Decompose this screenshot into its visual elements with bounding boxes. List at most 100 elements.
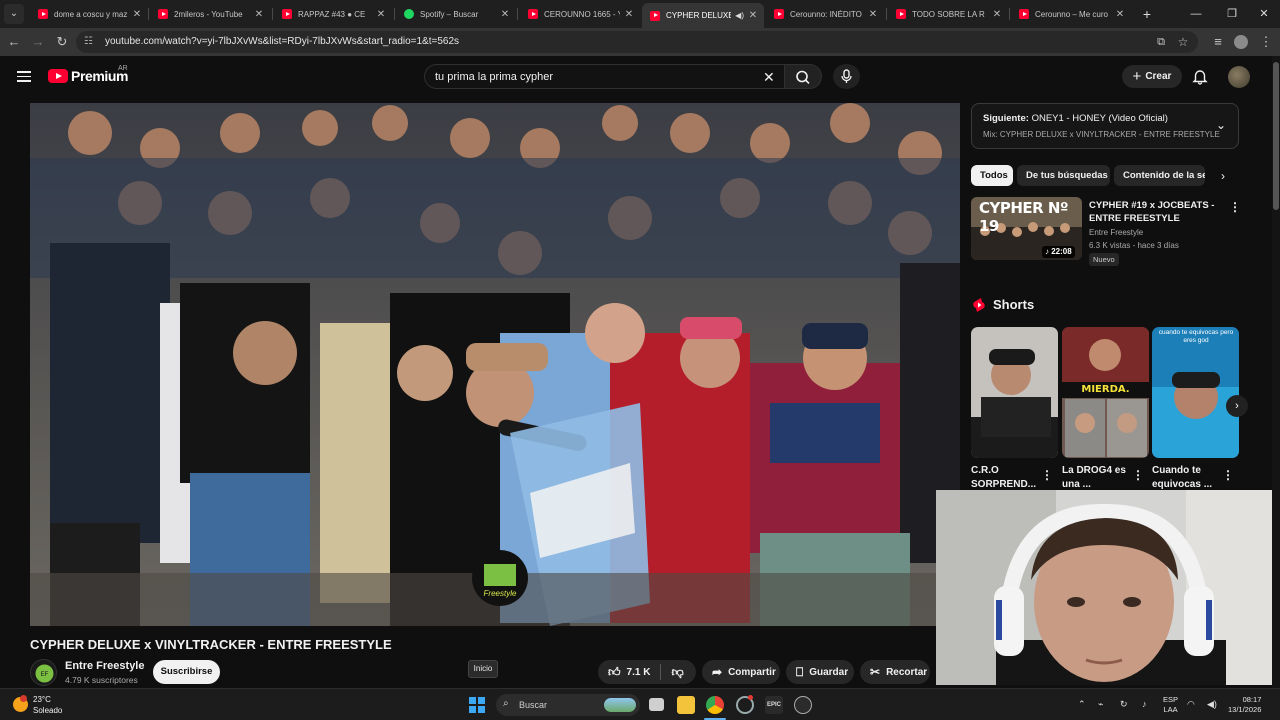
tab-2[interactable]: 2mileros - YouTube ✕ xyxy=(150,3,270,25)
close-tab-icon[interactable]: ✕ xyxy=(868,9,878,20)
close-window-button[interactable]: ✕ xyxy=(1254,4,1274,24)
dislike-thumb-icon[interactable]: 👎︎ xyxy=(671,665,683,680)
create-button[interactable]: + Crear xyxy=(1122,65,1182,88)
menu-icon[interactable] xyxy=(17,71,31,82)
chip-contenido-serie[interactable]: Contenido de la ser xyxy=(1114,165,1205,186)
browser-menu-icon[interactable]: ⋮ xyxy=(1256,32,1276,52)
short-thumbnail-3[interactable]: cuando te equivocas pero eres god xyxy=(1152,327,1239,458)
search-button[interactable] xyxy=(784,64,822,89)
voice-search-button[interactable] xyxy=(833,64,860,89)
reload-icon[interactable]: ↻ xyxy=(52,32,72,52)
media-controls-icon[interactable]: ≡ xyxy=(1208,32,1228,52)
tab-9[interactable]: Cerounno – Me curo ✕ xyxy=(1011,3,1131,25)
cast-icon[interactable]: ⧉ xyxy=(1154,35,1168,49)
more-options-icon[interactable]: ⋮ xyxy=(1041,467,1053,483)
notifications-bell-icon[interactable] xyxy=(1191,67,1209,85)
tab-8[interactable]: TODO SOBRE LA R ✕ xyxy=(888,3,1008,25)
new-tab-button[interactable]: + xyxy=(1137,4,1157,24)
bookmark-star-icon[interactable]: ☆ xyxy=(1176,35,1190,49)
more-options-icon[interactable]: ⋮ xyxy=(1222,467,1234,483)
video-title: CYPHER DELUXE x VINYLTRACKER - ENTRE FRE… xyxy=(30,637,392,652)
chip-todos[interactable]: Todos xyxy=(971,165,1013,186)
share-button[interactable]: ➦ Compartir xyxy=(702,660,780,684)
tab-active[interactable]: CYPHER DELUXE ◀) ✕ xyxy=(642,3,764,28)
tab-7[interactable]: Cerounno: INÉDITO D ✕ xyxy=(766,3,884,25)
minimize-button[interactable]: — xyxy=(1186,4,1206,24)
chevron-right-icon[interactable]: › xyxy=(1226,395,1248,417)
chevron-right-icon[interactable]: › xyxy=(1213,166,1233,186)
search-icon: ⌕ xyxy=(503,698,509,709)
microphone-icon[interactable]: ♪ xyxy=(1142,699,1147,709)
freestyle-watermark-logo: Freestyle xyxy=(472,550,528,606)
volume-icon[interactable]: ◀) xyxy=(1207,699,1217,710)
clip-button[interactable]: ✂ Recortar xyxy=(860,660,930,684)
epic-games-icon[interactable]: EPIC xyxy=(765,696,783,714)
short-title-1[interactable]: C.R.O SORPREND... xyxy=(971,464,1041,492)
sync-icon[interactable]: ↻ xyxy=(1120,699,1128,710)
back-arrow-icon[interactable]: ← xyxy=(4,32,24,52)
tab-1[interactable]: dome a coscu y maz ✕ xyxy=(30,3,148,25)
tab-title: Cerounno: INÉDITO D xyxy=(790,9,864,19)
close-tab-icon[interactable]: ✕ xyxy=(376,9,386,20)
close-tab-icon[interactable]: ✕ xyxy=(748,10,758,21)
tab-search-button[interactable]: ⌄ xyxy=(4,4,24,24)
spotify-icon xyxy=(404,9,414,19)
youtube-icon xyxy=(650,10,660,21)
language-indicator[interactable]: ESP LAA xyxy=(1163,695,1178,715)
file-explorer-icon[interactable] xyxy=(677,696,695,714)
forward-arrow-icon[interactable]: → xyxy=(28,32,48,52)
chip-de-tus-busquedas[interactable]: De tus búsquedas xyxy=(1017,165,1110,186)
close-tab-icon[interactable]: ✕ xyxy=(254,9,264,20)
chevron-up-icon[interactable]: ⌃ xyxy=(1078,699,1086,710)
channel-avatar[interactable]: EF xyxy=(30,659,57,686)
channel-name[interactable]: Entre Freestyle xyxy=(65,660,144,672)
up-next-card[interactable]: Siguiente: ONEY1 - HONEY (Video Oficial)… xyxy=(971,103,1239,149)
profile-icon[interactable] xyxy=(1231,32,1251,52)
close-tab-icon[interactable]: ✕ xyxy=(624,9,634,20)
account-avatar[interactable] xyxy=(1228,66,1250,88)
task-view-icon[interactable] xyxy=(649,698,664,711)
network-off-icon[interactable]: ⌁ xyxy=(1098,699,1103,710)
subscribe-button[interactable]: Suscribirse xyxy=(153,660,220,684)
tab-5[interactable]: CEROUNNO 1665 - Y ✕ xyxy=(520,3,640,25)
save-button[interactable]: ⎕ Guardar xyxy=(786,660,854,684)
wifi-icon[interactable]: ◠ xyxy=(1187,699,1195,710)
taskbar-search-box[interactable]: ⌕ Buscar xyxy=(496,694,640,716)
like-thumb-icon[interactable]: 👍︎ xyxy=(608,665,621,680)
chevron-down-icon[interactable]: ⌄ xyxy=(1216,118,1226,132)
more-options-icon[interactable]: ⋮ xyxy=(1229,199,1241,215)
short-thumbnail-1[interactable] xyxy=(971,327,1058,458)
search-input[interactable]: tu prima la prima cypher ✕ xyxy=(424,64,784,89)
more-options-icon[interactable]: ⋮ xyxy=(1132,467,1144,483)
short-thumbnail-2[interactable]: MIERDA. xyxy=(1062,327,1149,458)
app-icon[interactable] xyxy=(794,696,812,714)
youtube-logo[interactable]: Premium AR xyxy=(48,65,129,84)
close-tab-icon[interactable]: ✕ xyxy=(1115,9,1125,20)
weather-icon[interactable] xyxy=(13,695,28,712)
clear-search-icon[interactable]: ✕ xyxy=(763,69,775,86)
windows-start-icon[interactable] xyxy=(469,697,485,713)
youtube-header: Premium AR tu prima la prima cypher ✕ + … xyxy=(0,56,1272,100)
close-tab-icon[interactable]: ✕ xyxy=(992,9,1002,20)
speaker-icon[interactable]: ◀) xyxy=(735,11,744,20)
close-tab-icon[interactable]: ✕ xyxy=(500,9,510,20)
youtube-icon xyxy=(282,9,292,19)
like-count[interactable]: 7.1 K xyxy=(627,667,651,678)
short-title-2[interactable]: La DROG4 es una ... xyxy=(1062,464,1132,492)
address-bar[interactable]: ☷ youtube.com/watch?v=yi-7lbJXvWs&list=R… xyxy=(76,31,1198,53)
weather-widget[interactable]: 23°C Soleado xyxy=(33,694,62,716)
restore-button[interactable]: ❐ xyxy=(1222,4,1242,24)
short-title-3[interactable]: Cuando te equivocas ... xyxy=(1152,464,1222,492)
scrollbar-thumb[interactable] xyxy=(1273,62,1279,210)
system-clock[interactable]: 08:17 13/1/2026 xyxy=(1228,695,1261,715)
recommended-title[interactable]: CYPHER #19 x JOCBEATS - ENTRE FREESTYLE xyxy=(1089,199,1219,225)
youtube-icon xyxy=(774,9,784,19)
site-info-icon[interactable]: ☷ xyxy=(84,36,96,48)
recommended-channel[interactable]: Entre Freestyle xyxy=(1089,228,1143,237)
tab-3[interactable]: RAPPAZ #43 ● CE ✕ xyxy=(274,3,392,25)
chrome-icon[interactable] xyxy=(706,696,724,714)
tab-4[interactable]: Spotify – Buscar ✕ xyxy=(396,3,516,25)
thumbnail-text: CYPHER Nº 19 xyxy=(979,199,1068,235)
video-player[interactable]: Freestyle xyxy=(30,103,960,626)
close-tab-icon[interactable]: ✕ xyxy=(132,9,142,20)
